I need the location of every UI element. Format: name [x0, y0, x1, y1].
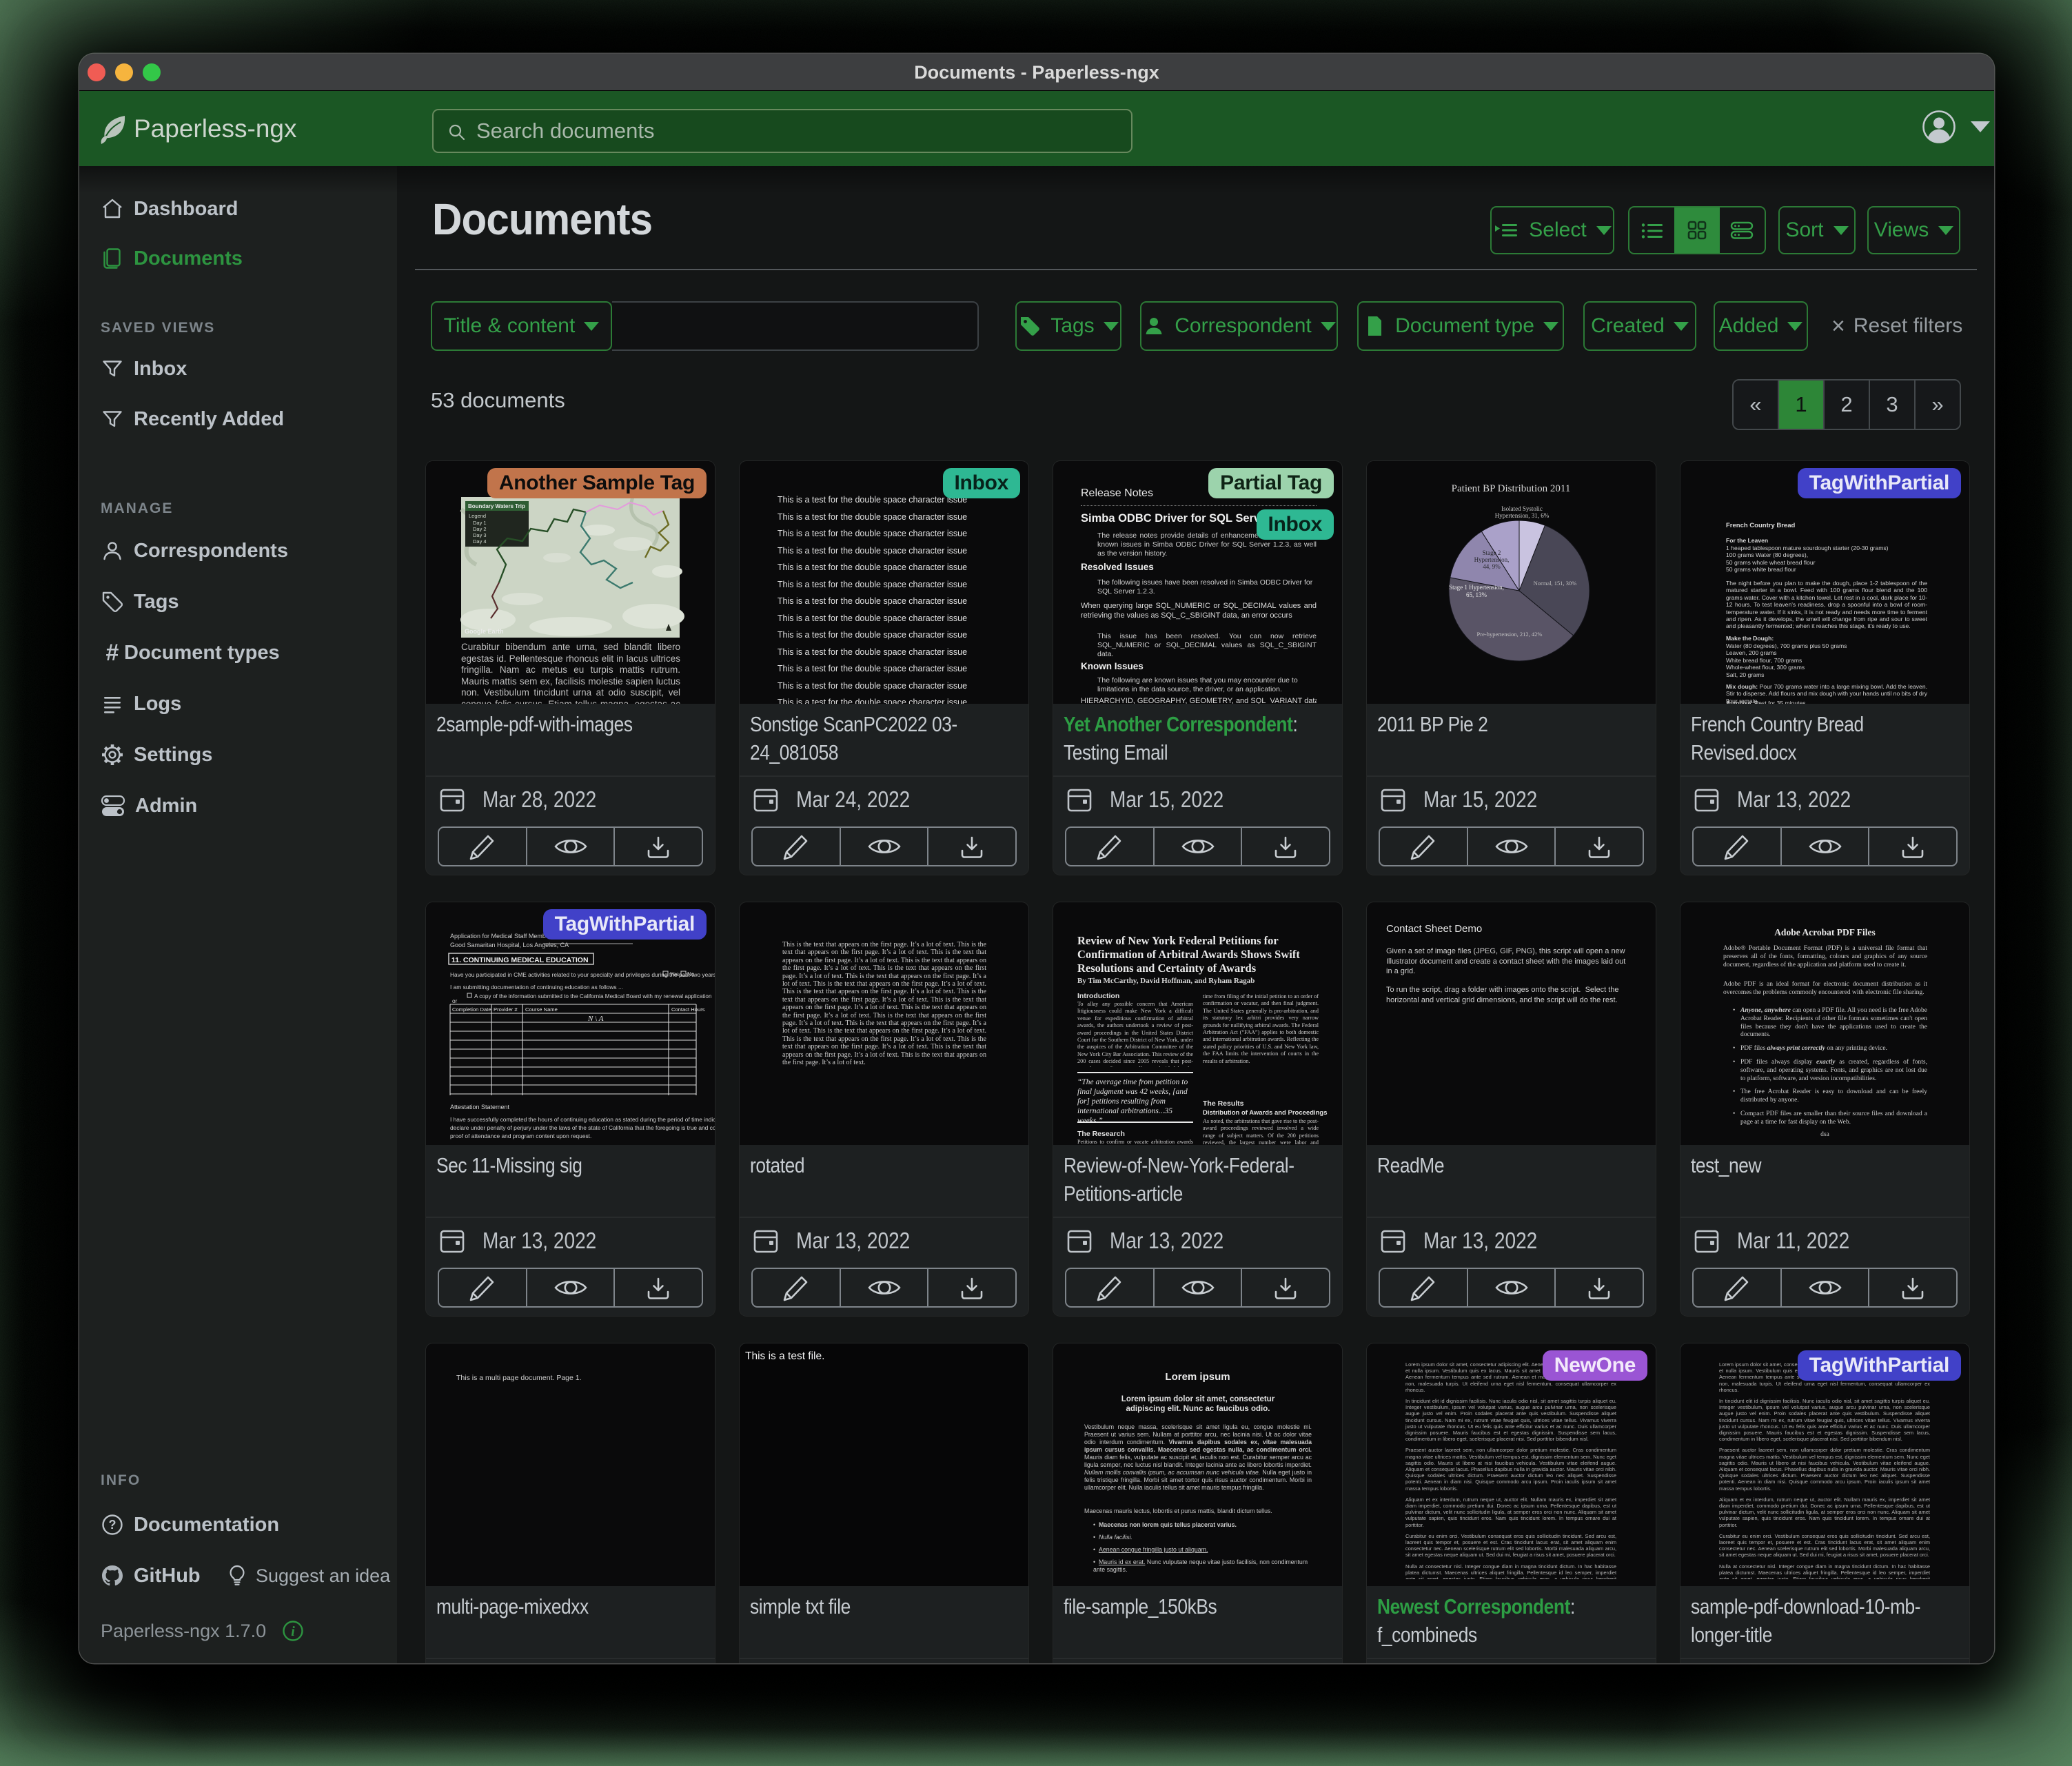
svg-text:Application for Medical Staff: Application for Medical Staff Members — [450, 933, 555, 940]
svg-text:Stage 2: Stage 2 — [1483, 549, 1501, 556]
svg-text:Hypertension, 31, 6%: Hypertension, 31, 6% — [1495, 512, 1550, 519]
svg-text:Pre-hypertension, 212, 42%: Pre-hypertension, 212, 42% — [1477, 631, 1543, 638]
svg-text:or: or — [452, 998, 458, 1004]
svg-text:Course Name: Course Name — [525, 1006, 558, 1013]
svg-text:Google Earth: Google Earth — [465, 628, 504, 635]
svg-text:N \ A: N \ A — [587, 1015, 604, 1023]
svg-text:Good Samaritan Hospital, Los A: Good Samaritan Hospital, Los Angeles, CA — [450, 942, 569, 948]
svg-text:11. CONTINUING MEDICAL EDUCATI: 11. CONTINUING MEDICAL EDUCATION — [451, 956, 589, 964]
svg-text:Attestation Statement: Attestation Statement — [450, 1104, 510, 1110]
svg-text:44, 9%: 44, 9% — [1483, 563, 1501, 570]
svg-text:declare under penalty of perju: declare under penalty of perjury under t… — [450, 1124, 715, 1131]
svg-text:I am submitting documentation: I am submitting documentation of continu… — [450, 984, 623, 991]
svg-text:Patient BP Distribution 2011: Patient BP Distribution 2011 — [1452, 483, 1571, 494]
svg-text:Day 4: Day 4 — [473, 538, 487, 545]
svg-text:Day 1: Day 1 — [473, 520, 487, 526]
svg-text:Completion Date: Completion Date — [452, 1006, 491, 1013]
svg-text:A copy of the information subm: A copy of the information submitted to t… — [474, 993, 712, 999]
svg-text:65, 13%: 65, 13% — [1466, 591, 1487, 598]
svg-text:Yes: Yes — [670, 971, 679, 977]
svg-text:No: No — [687, 971, 695, 977]
svg-text:Day 3: Day 3 — [473, 532, 487, 538]
svg-text:proof of attendance and progra: proof of attendance and program content … — [450, 1133, 591, 1139]
svg-text:Contact Hours: Contact Hours — [671, 1006, 705, 1013]
svg-text:?: ? — [109, 1518, 116, 1532]
svg-text:i: i — [291, 1624, 295, 1639]
svg-text:Provider #: Provider # — [494, 1006, 518, 1013]
svg-text:Boundary Waters Trip: Boundary Waters Trip — [468, 503, 525, 509]
svg-text:I have successfully completed: I have successfully completed the hours … — [450, 1116, 715, 1123]
svg-text:Legend: Legend — [469, 513, 486, 519]
svg-text:Normal, 151, 30%: Normal, 151, 30% — [1534, 580, 1577, 587]
svg-text:Stage 1 Hypertension,: Stage 1 Hypertension, — [1449, 584, 1504, 591]
svg-text:Day 2: Day 2 — [473, 526, 487, 532]
svg-text:Isolated Systolic: Isolated Systolic — [1501, 505, 1543, 512]
svg-text:Hypertension,: Hypertension, — [1474, 556, 1510, 563]
